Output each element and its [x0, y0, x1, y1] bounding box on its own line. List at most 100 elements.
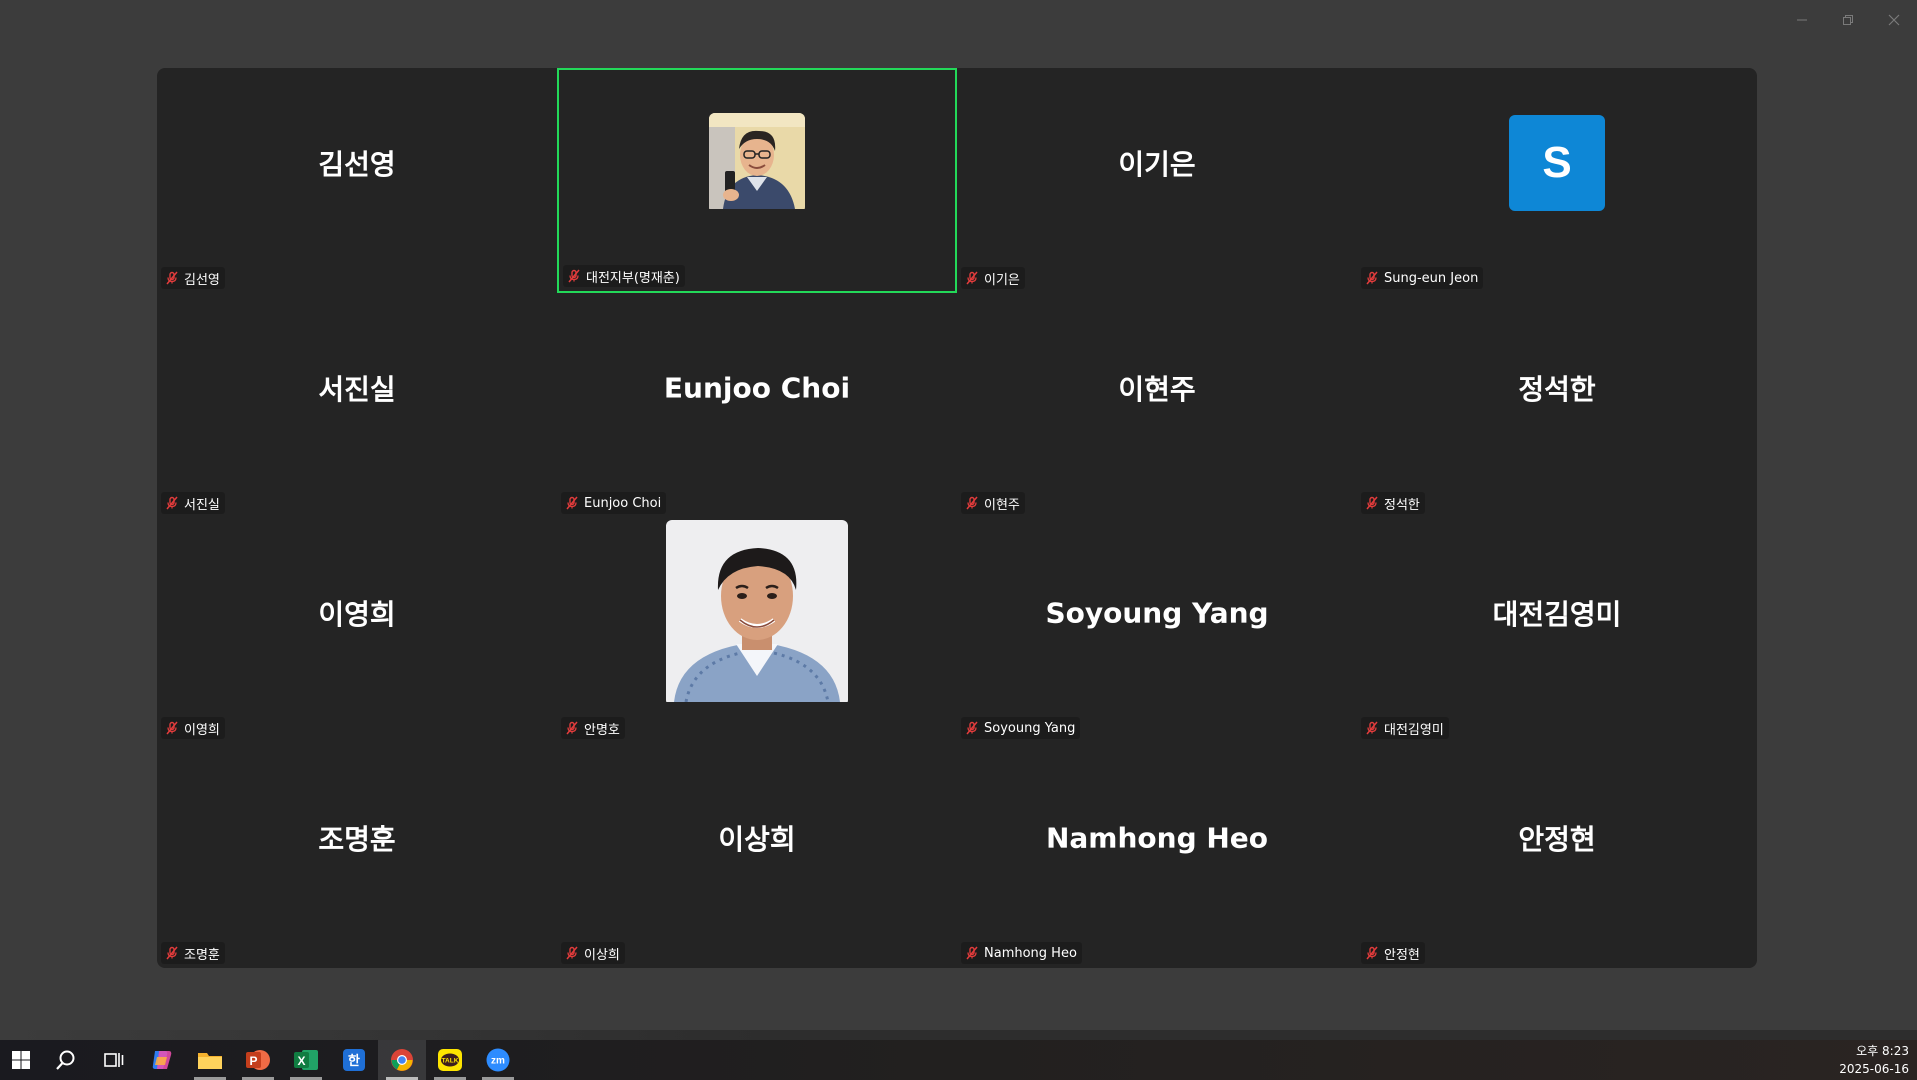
mic-muted-icon [964, 270, 980, 286]
participant-display-name: 서진실 [318, 372, 396, 406]
mic-muted-icon [566, 268, 582, 284]
powerpoint-icon: P [245, 1048, 271, 1072]
mic-muted-icon [564, 945, 580, 961]
mic-muted-icon [564, 495, 580, 511]
participant-display-name: 이기은 [1118, 147, 1196, 181]
participant-tile[interactable]: 김선영 김선영 [157, 68, 557, 293]
participant-display-name: 이현주 [1118, 372, 1196, 406]
svg-text:TALK: TALK [442, 1058, 459, 1065]
taskbar-hangul-button[interactable]: 한 [330, 1040, 378, 1080]
taskbar-shadow [0, 1030, 1917, 1040]
restore-button[interactable] [1825, 0, 1871, 40]
participant-name-label: 이상희 [561, 942, 625, 964]
participant-tile[interactable]: 서진실 서진실 [157, 293, 557, 518]
mic-muted-icon [1364, 720, 1380, 736]
taskbar-copilot-button[interactable] [138, 1040, 186, 1080]
participant-tile[interactable]: 이상희 이상희 [557, 743, 957, 968]
participant-name-text: Namhong Heo [984, 945, 1077, 961]
mic-muted-icon [164, 495, 180, 511]
participant-tile[interactable]: 이영희 이영희 [157, 518, 557, 743]
kakaotalk-icon: TALK [437, 1048, 463, 1072]
taskbar: P X 한 TALK zm [0, 1040, 1917, 1080]
participant-tile[interactable]: Soyoung Yang Soyoung Yang [957, 518, 1357, 743]
mic-muted-icon [164, 270, 180, 286]
participant-name-text: Eunjoo Choi [584, 495, 662, 511]
svg-text:zm: zm [491, 1056, 505, 1067]
participant-name-text: 조명훈 [184, 947, 220, 963]
participant-tile[interactable]: 조명훈 조명훈 [157, 743, 557, 968]
participant-display-name: 이상희 [718, 822, 796, 856]
zoom-icon: zm [486, 1048, 510, 1072]
participant-avatar: S [1509, 114, 1605, 211]
gallery-view: 김선영 김선영 대전지부(명재춘) 이기은 이기은 S Sung-eun Jeon 서진실 서진… [157, 68, 1757, 968]
participant-display-name: Soyoung Yang [1045, 596, 1269, 629]
minimize-icon [1797, 19, 1807, 21]
mic-muted-icon [1364, 945, 1380, 961]
close-button[interactable] [1871, 0, 1917, 40]
participant-tile[interactable]: Namhong Heo Namhong Heo [957, 743, 1357, 968]
task-view-icon [104, 1051, 124, 1069]
taskbar-zoom-button[interactable]: zm [474, 1040, 522, 1080]
participant-display-name: 조명훈 [318, 822, 396, 856]
clock-time: 오후 8:23 [1856, 1044, 1909, 1058]
participant-name-label: Namhong Heo [961, 942, 1082, 964]
participant-display-name: 안정현 [1518, 822, 1596, 856]
participant-display-name: 이영희 [318, 597, 396, 631]
taskbar-file-explorer-button[interactable] [186, 1040, 234, 1080]
svg-text:한: 한 [348, 1053, 360, 1069]
copilot-icon [149, 1047, 175, 1073]
mic-muted-icon [964, 720, 980, 736]
participant-display-name: Eunjoo Choi [663, 371, 851, 404]
participant-name-label: 서진실 [161, 492, 225, 514]
svg-text:P: P [249, 1054, 257, 1068]
mic-muted-icon [164, 720, 180, 736]
participant-tile[interactable]: 안명호 [557, 518, 957, 743]
participant-name-label: 이기은 [961, 267, 1025, 289]
participant-name-label: 이현주 [961, 492, 1025, 514]
taskbar-search-button[interactable] [42, 1040, 90, 1080]
participant-tile[interactable]: 대전김영미 대전김영미 [1357, 518, 1757, 743]
participant-name-text: 정석한 [1384, 497, 1420, 513]
mic-muted-icon [964, 945, 980, 961]
participant-name-text: 이영희 [184, 722, 220, 738]
participant-display-name: Namhong Heo [1045, 821, 1269, 854]
participant-tile[interactable]: 대전지부(명재춘) [557, 68, 957, 293]
taskbar-chrome-button[interactable] [378, 1040, 426, 1080]
participant-name-text: Sung-eun Jeon [1384, 270, 1479, 286]
participant-tile[interactable]: 이현주 이현주 [957, 293, 1357, 518]
system-clock[interactable]: 오후 8:23 2025-06-16 [1839, 1042, 1909, 1078]
participant-profile-photo [709, 112, 805, 213]
participant-tile[interactable]: S Sung-eun Jeon [1357, 68, 1757, 293]
taskbar-start-button[interactable] [0, 1040, 42, 1080]
participant-name-text: 대전김영미 [1384, 722, 1444, 738]
participant-name-text: 이기은 [984, 272, 1020, 288]
taskbar-task-view-button[interactable] [90, 1040, 138, 1080]
mic-muted-icon [1364, 270, 1380, 286]
participant-tile[interactable]: 이기은 이기은 [957, 68, 1357, 293]
clock-date: 2025-06-16 [1839, 1062, 1909, 1076]
chrome-icon [390, 1048, 414, 1072]
participant-name-label: 이영희 [161, 717, 225, 739]
window-controls [1779, 0, 1917, 40]
participant-display-name: 정석한 [1518, 372, 1596, 406]
participant-name-label: 대전김영미 [1361, 717, 1449, 739]
minimize-button[interactable] [1779, 0, 1825, 40]
participant-name-text: 이현주 [984, 497, 1020, 513]
close-icon [1888, 14, 1900, 26]
participant-display-name: 김선영 [318, 147, 396, 181]
excel-icon: X [293, 1048, 319, 1072]
taskbar-excel-button[interactable]: X [282, 1040, 330, 1080]
windows-logo-icon [12, 1051, 30, 1069]
participant-tile[interactable]: 안정현 안정현 [1357, 743, 1757, 968]
participant-name-label: 안명호 [561, 717, 625, 739]
participant-profile-photo [666, 519, 848, 706]
hangul-icon: 한 [342, 1048, 366, 1072]
participant-name-label: 김선영 [161, 267, 225, 289]
participant-name-text: Soyoung Yang [984, 720, 1076, 736]
taskbar-kakaotalk-button[interactable]: TALK [426, 1040, 474, 1080]
participant-name-label: 조명훈 [161, 942, 225, 964]
participant-tile[interactable]: Eunjoo Choi Eunjoo Choi [557, 293, 957, 518]
taskbar-powerpoint-button[interactable]: P [234, 1040, 282, 1080]
participant-tile[interactable]: 정석한 정석한 [1357, 293, 1757, 518]
mic-muted-icon [564, 720, 580, 736]
